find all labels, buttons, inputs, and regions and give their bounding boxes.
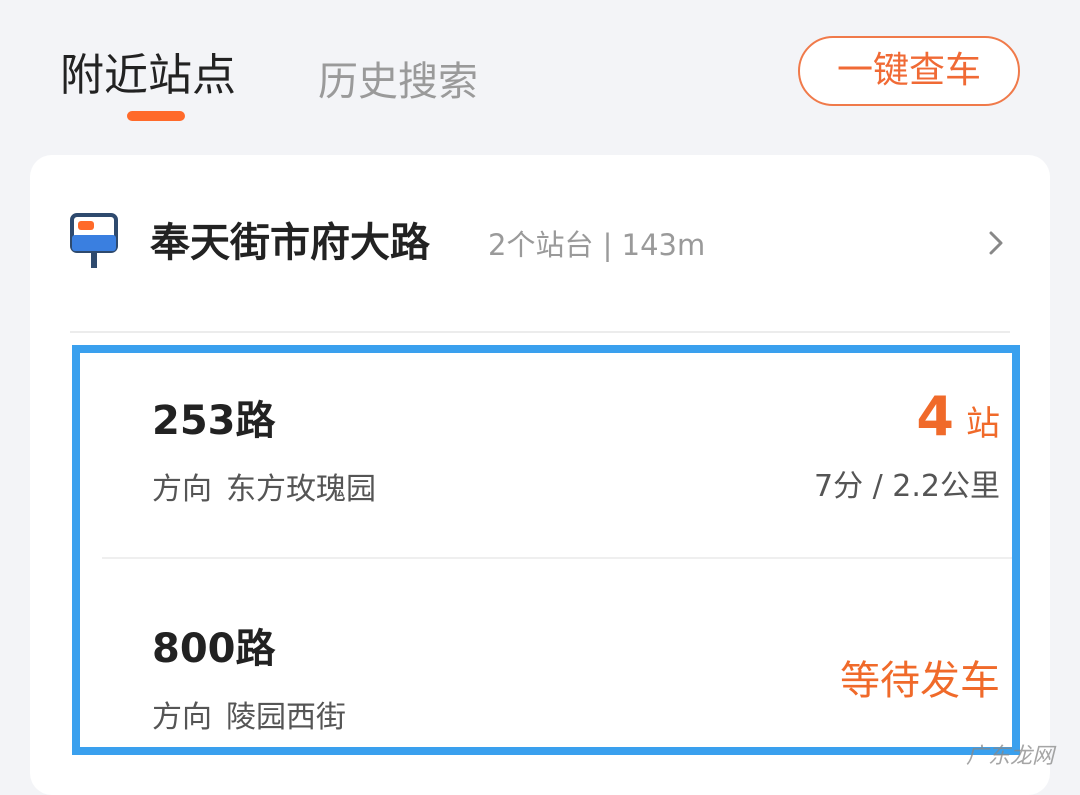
- tab-nearby-stations[interactable]: 附近站点: [60, 46, 236, 106]
- stops-count: 4: [916, 385, 954, 448]
- route-direction: 方向 陵园西街: [152, 698, 346, 738]
- bus-stop-sign-icon: [70, 213, 118, 268]
- route-direction: 方向 东方玫瑰园: [152, 470, 376, 510]
- route-item-800[interactable]: 800路 方向 陵园西街 等待发车: [80, 561, 1012, 761]
- divider: [70, 331, 1010, 333]
- active-tab-indicator: [127, 111, 185, 121]
- route-name: 253路: [152, 398, 276, 444]
- eta-time-distance: 7分 / 2.2公里: [814, 469, 1000, 504]
- route-item-253[interactable]: 253路 方向 东方玫瑰园 4站 7分 / 2.2公里: [80, 353, 1012, 553]
- route-status: 等待发车: [840, 658, 1000, 704]
- stops-away: 4站: [916, 385, 1000, 462]
- station-platforms-distance: 2个站台 | 143m: [488, 228, 706, 262]
- highlighted-route-list: 253路 方向 东方玫瑰园 4站 7分 / 2.2公里 800路 方向 陵园西街 等…: [72, 345, 1020, 755]
- station-card: 奉天街市府大路 2个站台 | 143m 253路 方向 东方玫瑰园 4站 7分 /…: [30, 155, 1050, 795]
- direction-destination: 东方玫瑰园: [226, 472, 376, 507]
- one-click-check-bus-button[interactable]: 一键查车: [798, 36, 1020, 106]
- divider: [102, 557, 1012, 559]
- watermark: 广东龙网: [965, 744, 1054, 769]
- direction-label: 方向: [152, 472, 212, 507]
- tab-search-history[interactable]: 历史搜索: [318, 52, 478, 112]
- station-name: 奉天街市府大路: [150, 220, 430, 266]
- stops-unit: 站: [966, 404, 1000, 444]
- direction-label: 方向: [152, 700, 212, 735]
- station-header-row[interactable]: 奉天街市府大路 2个站台 | 143m: [30, 195, 1050, 295]
- route-name: 800路: [152, 626, 276, 672]
- chevron-right-icon[interactable]: [984, 229, 1008, 257]
- direction-destination: 陵园西街: [226, 700, 346, 735]
